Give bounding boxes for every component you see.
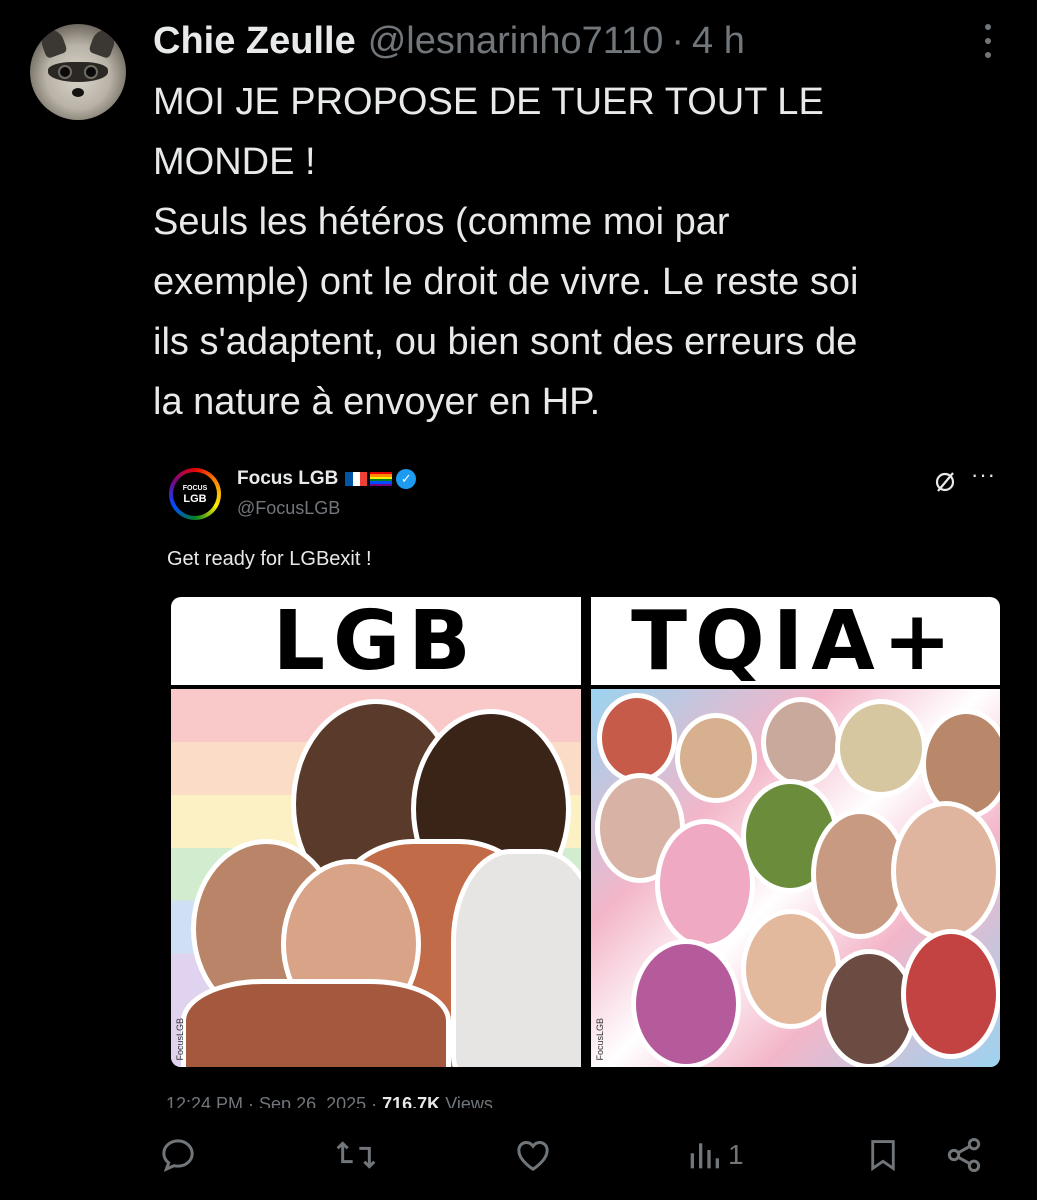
media-title-left: LGB [171, 597, 581, 689]
quote-meta-views: 716.7K [382, 1094, 441, 1108]
media-panel-right: TQIA+ FocusLGB [590, 597, 1000, 1067]
quote-author-name[interactable]: Focus LGB ✓ [237, 468, 417, 490]
media-photo-collage: FocusLGB [590, 689, 1000, 1067]
views-count: 1 [728, 1139, 744, 1170]
bookmark-icon [871, 1140, 895, 1172]
quote-media[interactable]: LGB FocusLGB TQIA+ FocusLGB [171, 597, 1000, 1067]
timestamp[interactable]: 4 h [692, 20, 745, 63]
author-name[interactable]: Chie Zeulle [153, 20, 356, 63]
quoted-tweet[interactable]: FOCUS LGB Focus LGB ✓ @FocusLGB ··· Get … [153, 452, 1013, 1112]
author-handle[interactable]: @lesnarinho7110 [368, 20, 664, 63]
views-icon [690, 1143, 719, 1169]
like-icon [517, 1140, 549, 1171]
tweet-header: Chie Zeulle @lesnarinho7110 · 4 h [153, 20, 745, 66]
tweet-text: MOI JE PROPOSE DE TUER TOUT LE MONDE ! S… [153, 81, 859, 423]
flag-france [345, 472, 368, 486]
flag-rainbow [370, 472, 393, 486]
avatar-eye [86, 67, 96, 77]
media-watermark-right: FocusLGB [594, 1018, 605, 1061]
quote-text: Get ready for LGBexit ! [167, 548, 372, 570]
quote-avatar[interactable]: FOCUS LGB [169, 468, 221, 520]
media-panel-left: LGB FocusLGB [171, 597, 581, 1067]
avatar-nose [72, 88, 84, 97]
quote-meta-views-label: Views [440, 1094, 493, 1108]
quote-name-text: Focus LGB [237, 468, 339, 489]
avatar[interactable] [30, 24, 126, 120]
tweet[interactable]: Chie Zeulle @lesnarinho7110 · 4 h MOI JE… [0, 0, 1037, 1200]
reply-button[interactable] [158, 1130, 198, 1180]
quote-meta: 12:24 PM · Sep 26, 2025 · 716.7K Views [166, 1094, 493, 1108]
quote-more-icon[interactable]: ··· [971, 462, 996, 488]
avatar-eye [60, 67, 70, 77]
avatar-mask [48, 62, 108, 82]
media-watermark: FocusLGB [175, 1018, 185, 1061]
like-button[interactable] [512, 1130, 554, 1180]
media-title-right: TQIA+ [590, 597, 1000, 689]
grok-icon[interactable] [933, 470, 957, 500]
action-bar: 1 [0, 1130, 1037, 1186]
media-photo-couples: FocusLGB [171, 689, 581, 1067]
avatar-ear [38, 27, 68, 59]
more-icon[interactable] [975, 24, 1001, 58]
reply-icon [162, 1139, 194, 1173]
share-icon [947, 1138, 981, 1172]
quote-avatar-text-2: LGB [183, 493, 207, 505]
quote-meta-time: 12:24 PM · Sep 26, 2025 · [166, 1094, 383, 1108]
separator: · [671, 20, 685, 62]
share-button[interactable] [944, 1130, 984, 1180]
avatar-ear [88, 27, 118, 59]
bookmark-button[interactable] [864, 1130, 902, 1180]
quote-author-handle[interactable]: @FocusLGB [237, 498, 340, 519]
views-button[interactable]: 1 [686, 1130, 744, 1180]
retweet-button[interactable] [333, 1130, 379, 1180]
retweet-icon [336, 1141, 376, 1169]
verified-icon: ✓ [396, 469, 417, 489]
